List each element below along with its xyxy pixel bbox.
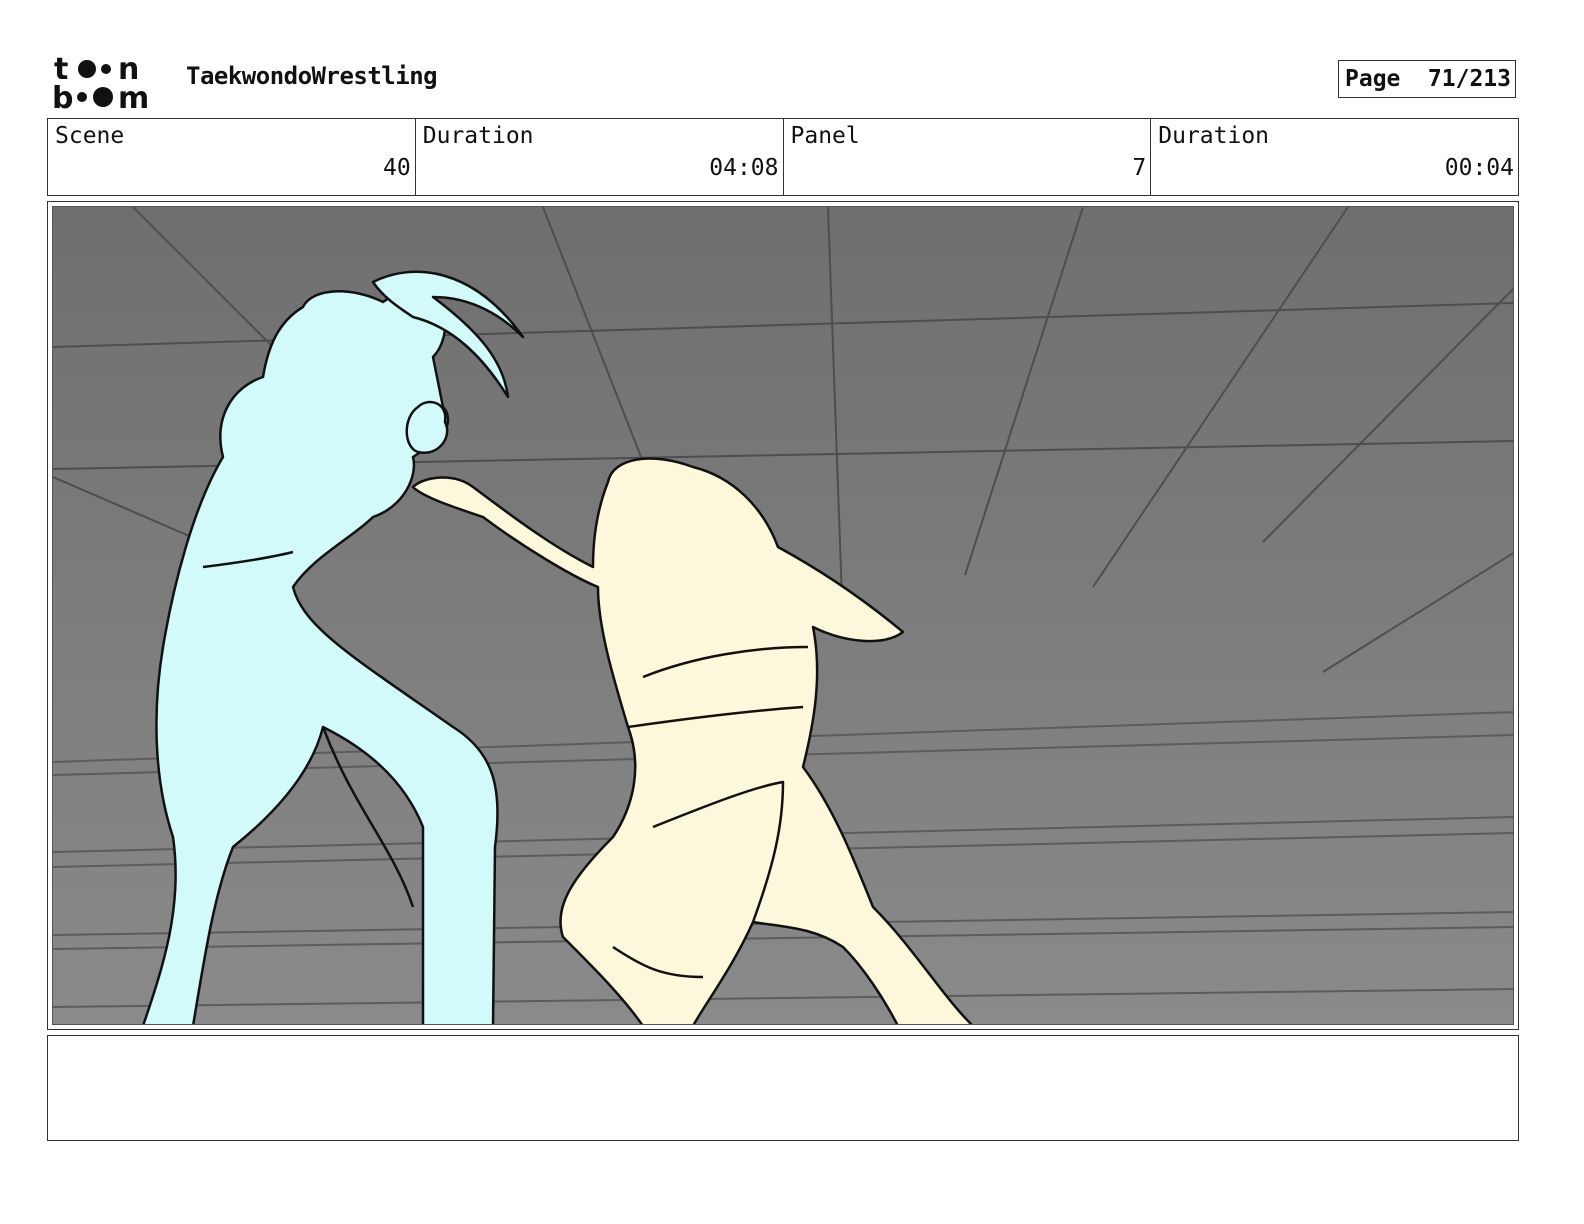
project-title: TaekwondoWrestling xyxy=(186,62,438,90)
page-indicator: Page 71/213 xyxy=(1338,60,1516,98)
panel-duration-cell: Duration 00:04 xyxy=(1151,119,1518,195)
panel-cell: Panel 7 xyxy=(784,119,1152,195)
scene-value: 40 xyxy=(383,155,411,181)
panel-duration-value: 00:04 xyxy=(1444,155,1514,181)
panel-duration-label: Duration xyxy=(1158,123,1270,149)
page-number: 71/213 xyxy=(1427,66,1511,92)
scene-duration-cell: Duration 04:08 xyxy=(416,119,784,195)
panel-value: 7 xyxy=(1132,155,1147,181)
panel-label: Panel xyxy=(790,123,860,149)
scene-cell: Scene 40 xyxy=(48,119,416,195)
toon-boom-logo-icon: t n b m xyxy=(52,52,164,116)
panel-notes-box xyxy=(47,1035,1519,1141)
scene-label: Scene xyxy=(55,123,125,149)
svg-text:m: m xyxy=(118,81,149,110)
scene-duration-label: Duration xyxy=(422,123,534,149)
panel-drawing xyxy=(53,207,1513,1024)
scene-duration-value: 04:08 xyxy=(709,155,779,181)
panel-info-bar: Scene 40 Duration 04:08 Panel 7 Duration… xyxy=(47,118,1519,196)
page-label: Page xyxy=(1345,66,1401,92)
storyboard-panel-image xyxy=(52,206,1514,1025)
svg-text:b: b xyxy=(52,81,73,110)
storyboard-panel-frame xyxy=(47,201,1519,1030)
